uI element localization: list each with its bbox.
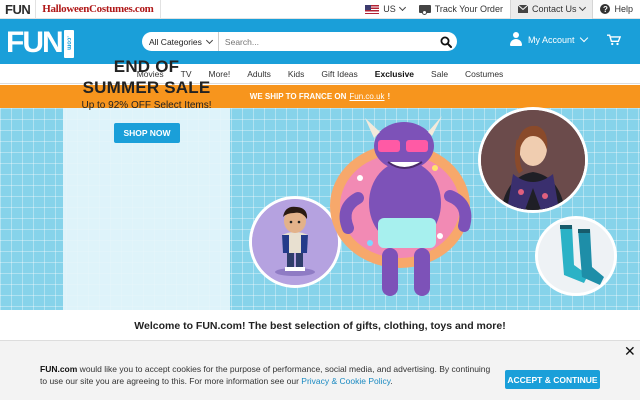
nav-item-adults[interactable]: Adults: [239, 69, 280, 79]
nav-item-sale[interactable]: Sale: [423, 69, 457, 79]
us-flag-icon: [365, 4, 380, 14]
scarf-model-image[interactable]: [478, 107, 588, 213]
search-bar: All Categories: [142, 32, 457, 51]
contact-us-label: Contact Us: [531, 4, 577, 14]
sale-title-line1: END OF: [113, 57, 180, 76]
truck-icon: [418, 5, 431, 15]
cookie-brand: FUN.com: [40, 364, 78, 374]
nav-item-exclusive[interactable]: Exclusive: [366, 69, 422, 79]
shipping-banner-text: WE SHIP TO FRANCE ON: [249, 92, 347, 101]
socks-image[interactable]: [535, 216, 617, 296]
top-utility-bar: FUN HalloweenCostumes.com US Track Your …: [0, 0, 640, 19]
user-icon: [510, 32, 522, 47]
search-icon: [440, 36, 452, 48]
help-icon: ?: [600, 4, 611, 14]
chevron-down-icon: [398, 3, 406, 12]
monster-float-image[interactable]: [330, 108, 480, 310]
nav-item-kids[interactable]: Kids: [279, 69, 313, 79]
search-button[interactable]: [435, 32, 457, 51]
halloween-costumes-text: HalloweenCostumes.com: [42, 3, 154, 15]
sale-title-line2: SUMMER SALE: [82, 78, 211, 97]
help-label: Help: [614, 4, 633, 14]
shipping-banner-suffix: !: [387, 92, 391, 101]
cookie-consent-bar: FUN.com would like you to accept cookies…: [0, 340, 640, 400]
fun-brand-link[interactable]: FUN: [0, 0, 37, 19]
chevron-down-icon: [579, 3, 587, 12]
mail-icon: [517, 5, 528, 13]
track-order-label: Track Your Order: [434, 4, 503, 14]
welcome-message: Welcome to FUN.com! The best selection o…: [134, 320, 506, 332]
search-category-label: All Categories: [149, 36, 202, 47]
search-input[interactable]: [218, 33, 435, 50]
sale-title: END OF SUMMER SALE: [63, 56, 230, 98]
shop-now-button[interactable]: SHOP NOW: [114, 123, 180, 143]
fun-logo[interactable]: FUN .com: [6, 26, 74, 58]
funko-figure-image[interactable]: [249, 196, 341, 288]
logo-text: FUN: [6, 25, 64, 59]
cookie-message: FUN.com would like you to accept cookies…: [40, 363, 495, 387]
fun-uk-link[interactable]: Fun.co.uk: [349, 92, 384, 101]
my-account-menu[interactable]: My Account: [510, 32, 621, 47]
privacy-policy-link[interactable]: Privacy & Cookie Policy: [301, 376, 390, 386]
nav-item-gift-ideas[interactable]: Gift Ideas: [313, 69, 366, 79]
accept-continue-button[interactable]: ACCEPT & CONTINUE: [505, 370, 600, 389]
chevron-down-icon: [579, 33, 588, 42]
fun-brand-text: FUN: [5, 1, 31, 17]
track-order-link[interactable]: Track Your Order: [412, 0, 510, 19]
socks-illustration: [538, 219, 614, 293]
logo-suffix: .com: [63, 29, 74, 58]
cart-icon[interactable]: [606, 33, 621, 46]
monster-float-illustration: [330, 116, 472, 296]
contact-us-dropdown[interactable]: Contact Us: [509, 0, 594, 19]
search-category-select[interactable]: All Categories: [142, 32, 219, 51]
halloween-costumes-link[interactable]: HalloweenCostumes.com: [36, 0, 161, 19]
close-icon[interactable]: ✕: [624, 344, 636, 358]
country-selector[interactable]: US: [358, 0, 412, 19]
country-label: US: [383, 4, 396, 14]
help-link[interactable]: ? Help: [593, 0, 640, 19]
nav-item-costumes[interactable]: Costumes: [457, 69, 512, 79]
scarf-model-illustration: [481, 110, 585, 210]
funko-figure-illustration: [252, 199, 338, 285]
chevron-down-icon: [205, 36, 213, 44]
sale-subtitle: Up to 92% OFF Select Items!: [81, 100, 212, 111]
my-account-label: My Account: [528, 34, 575, 45]
cookie-text-part1: would like you to accept cookies for the…: [40, 364, 491, 386]
cookie-text-part2: .: [390, 376, 393, 386]
